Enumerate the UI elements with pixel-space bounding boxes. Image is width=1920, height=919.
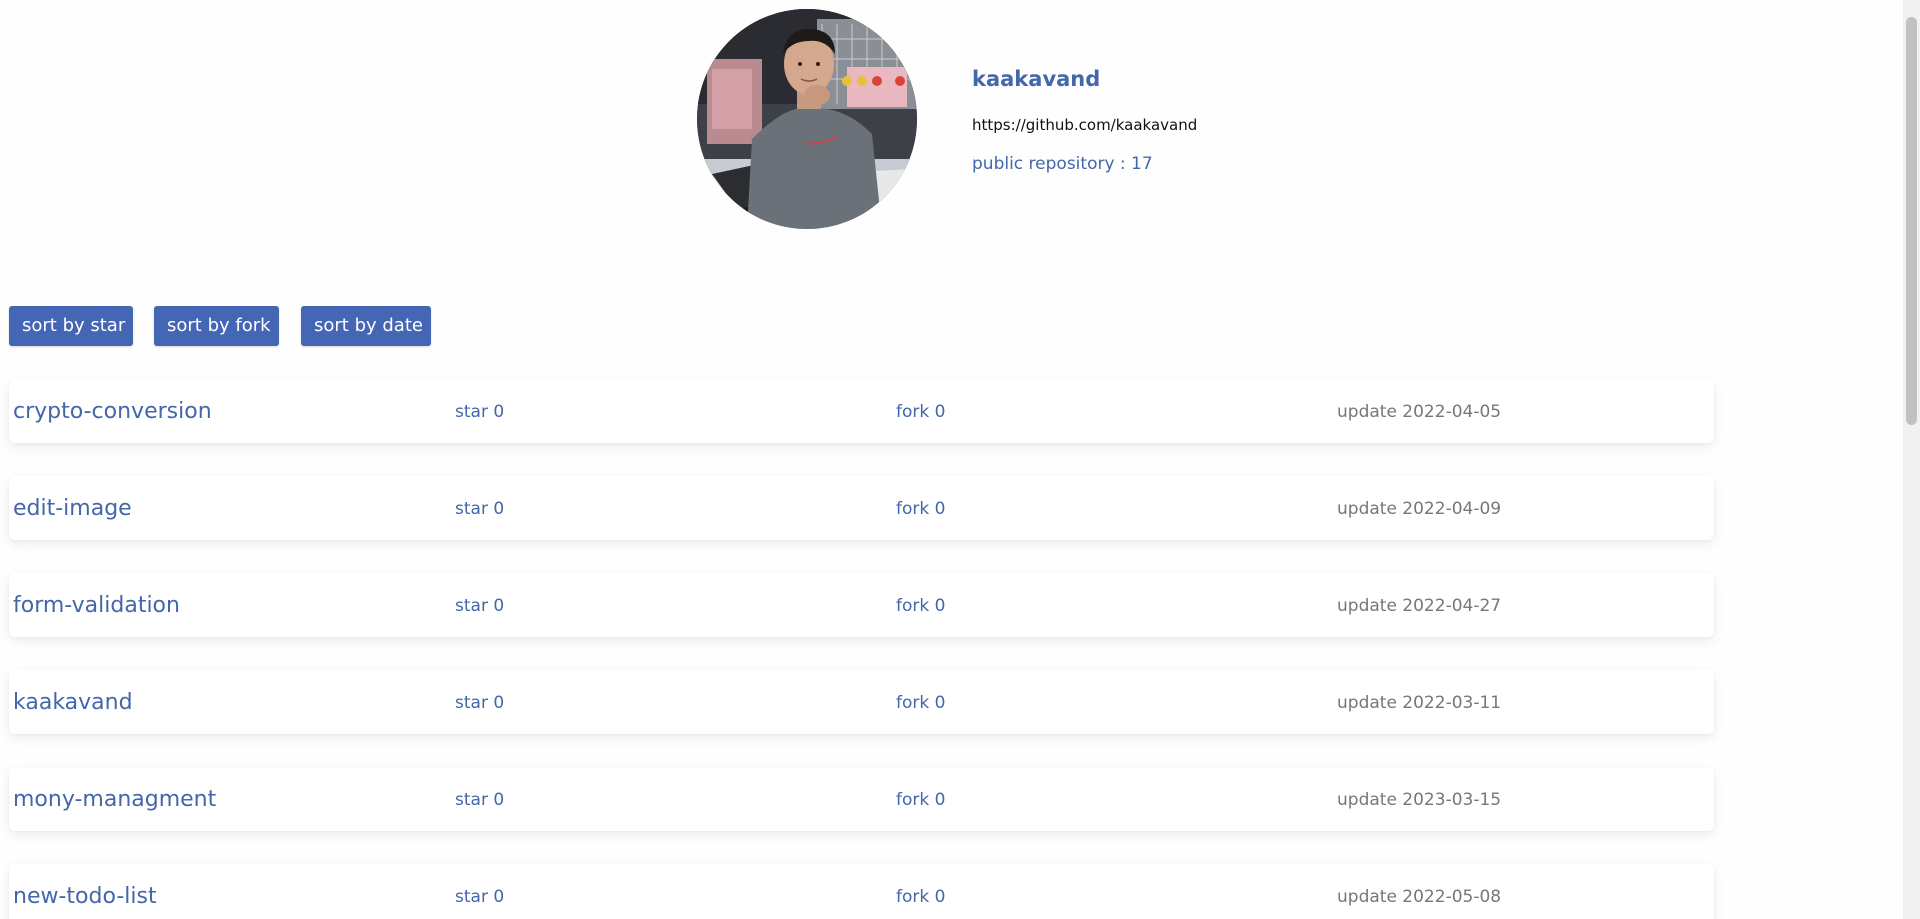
sort-by-star-button[interactable]: sort by star: [9, 306, 133, 346]
repo-star-count: star 0: [455, 596, 505, 616]
repo-star-count: star 0: [455, 790, 505, 810]
repo-card[interactable]: form-validation star 0 fork 0 update 202…: [9, 573, 1714, 637]
repo-fork-count: fork 0: [896, 887, 946, 907]
repository-list: crypto-conversion star 0 fork 0 update 2…: [9, 379, 1714, 919]
repo-card[interactable]: crypto-conversion star 0 fork 0 update 2…: [9, 379, 1714, 443]
profile-url-link[interactable]: https://github.com/kaakavand: [972, 116, 1197, 134]
public-repository-count: public repository : 17: [972, 154, 1153, 174]
repo-name-link[interactable]: edit-image: [13, 496, 132, 521]
repo-update-date: update 2023-03-15: [1337, 790, 1502, 810]
repo-update-date: update 2022-05-08: [1337, 887, 1502, 907]
repo-update-date: update 2022-04-05: [1337, 402, 1502, 422]
profile-header: kaakavand https://github.com/kaakavand p…: [697, 9, 1317, 229]
avatar-photo-icon: [697, 9, 917, 229]
repo-name-link[interactable]: crypto-conversion: [13, 399, 212, 424]
avatar: [697, 9, 917, 229]
repo-name-link[interactable]: kaakavand: [13, 690, 133, 715]
repo-name-link[interactable]: new-todo-list: [13, 884, 157, 909]
repo-card[interactable]: edit-image star 0 fork 0 update 2022-04-…: [9, 476, 1714, 540]
repo-star-count: star 0: [455, 499, 505, 519]
vertical-scrollbar[interactable]: [1903, 0, 1920, 919]
username: kaakavand: [972, 67, 1101, 91]
repo-update-date: update 2022-03-11: [1337, 693, 1502, 713]
sort-by-date-button[interactable]: sort by date: [301, 306, 431, 346]
repo-star-count: star 0: [455, 693, 505, 713]
sort-by-fork-button[interactable]: sort by fork: [154, 306, 279, 346]
repo-fork-count: fork 0: [896, 402, 946, 422]
page: kaakavand https://github.com/kaakavand p…: [0, 0, 1920, 919]
repo-fork-count: fork 0: [896, 499, 946, 519]
repo-card[interactable]: new-todo-list star 0 fork 0 update 2022-…: [9, 864, 1714, 919]
repo-card[interactable]: mony-managment star 0 fork 0 update 2023…: [9, 767, 1714, 831]
repo-name-link[interactable]: mony-managment: [13, 787, 216, 812]
repo-name-link[interactable]: form-validation: [13, 593, 180, 618]
repo-star-count: star 0: [455, 402, 505, 422]
repo-fork-count: fork 0: [896, 693, 946, 713]
repo-update-date: update 2022-04-27: [1337, 596, 1502, 616]
repo-update-date: update 2022-04-09: [1337, 499, 1502, 519]
repo-fork-count: fork 0: [896, 790, 946, 810]
repo-fork-count: fork 0: [896, 596, 946, 616]
repo-card[interactable]: kaakavand star 0 fork 0 update 2022-03-1…: [9, 670, 1714, 734]
scrollbar-thumb[interactable]: [1906, 17, 1917, 425]
repo-star-count: star 0: [455, 887, 505, 907]
